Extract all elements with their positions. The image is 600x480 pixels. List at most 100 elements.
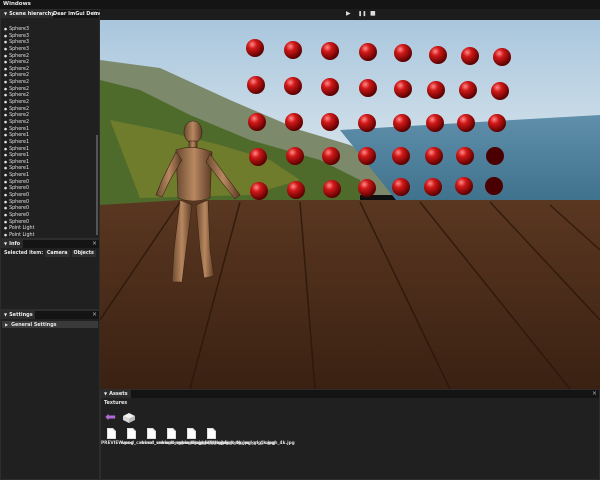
file-icon xyxy=(126,428,136,439)
windows-menu[interactable]: Windows xyxy=(3,1,31,7)
hierarchy-item[interactable]: ● Sphere0 xyxy=(1,205,95,212)
hierarchy-item[interactable]: ● Sphere3 xyxy=(1,33,95,40)
bullet-icon: ● xyxy=(4,46,8,51)
hierarchy-item[interactable]: ●Point Light xyxy=(1,232,95,239)
bullet-icon: ● xyxy=(4,159,8,164)
scene-render[interactable] xyxy=(100,20,600,389)
close-icon[interactable]: × xyxy=(92,10,97,18)
hierarchy-item[interactable]: ● Sphere1 xyxy=(1,126,95,133)
hierarchy-item[interactable]: ● Sphere3 xyxy=(1,39,95,46)
package-icon[interactable] xyxy=(122,412,136,424)
asset-filename: wood_cabinet_worn_long_disp_4k.jpg xyxy=(161,441,251,446)
hierarchy-item[interactable]: ● Sphere1 xyxy=(1,132,95,139)
asset-file[interactable]: wood_cabinet_worn_long_diff_4k.jpg xyxy=(141,428,229,446)
hierarchy-item[interactable]: ●Point Light xyxy=(1,225,95,232)
hierarchy-item[interactable]: ● Sphere2 xyxy=(1,106,95,113)
hierarchy-item[interactable]: ● Sphere2 xyxy=(1,66,95,73)
hierarchy-item[interactable]: ● Sphere1 xyxy=(1,172,95,179)
assets-tabbar: ▼ Assets × xyxy=(101,390,599,398)
hierarchy-item[interactable]: ● Sphere3 xyxy=(1,46,95,53)
scene-viewport[interactable]: ▶ ❚❚ ■ xyxy=(100,9,600,389)
hierarchy-item[interactable]: ● Sphere0 xyxy=(1,192,95,199)
assets-panel: ▼ Assets × Textures ⬅ PREVIEW.png wood_ca… xyxy=(100,389,600,480)
close-icon[interactable]: × xyxy=(92,311,97,319)
hierarchy-item[interactable]: ● Sphere0 xyxy=(1,179,95,186)
hierarchy-item[interactable]: ● Sphere1 xyxy=(1,146,95,153)
textures-label: Textures xyxy=(104,401,128,406)
play-icon[interactable]: ▶ xyxy=(346,10,351,17)
tab-dear-imgui-demo[interactable]: Dear ImGui Demo xyxy=(50,10,106,18)
collapse-triangle-icon[interactable]: ▼ xyxy=(4,312,7,317)
stop-icon[interactable]: ■ xyxy=(370,10,376,17)
hierarchy-item[interactable]: ● Sphere2 xyxy=(1,112,95,119)
file-icon xyxy=(166,428,176,439)
bullet-icon: ● xyxy=(4,193,8,198)
bullet-icon: ● xyxy=(4,113,8,118)
asset-filename: wood_cabinet_worn_long_rough_4k.jpg xyxy=(201,441,295,446)
bullet-icon: ● xyxy=(4,146,8,151)
hierarchy-item[interactable]: ● Sphere0 xyxy=(1,219,95,226)
asset-file[interactable]: PREVIEW.png xyxy=(101,428,134,446)
asset-filename: wood_cabinet_worn_long_ao_4k.jpg xyxy=(121,441,207,446)
bullet-icon: ● xyxy=(4,100,8,105)
expand-arrow-icon: ▶ xyxy=(5,322,9,327)
asset-file[interactable]: wood_cabinet_worn_long_nor_gl_4k.jpg xyxy=(181,428,275,446)
playback-toolbar: ▶ ❚❚ ■ xyxy=(100,9,600,20)
hierarchy-item[interactable]: ● Sphere1 xyxy=(1,159,95,166)
hierarchy-item[interactable]: ● Sphere1 xyxy=(1,152,95,159)
hierarchy-item[interactable]: ● Sphere2 xyxy=(1,86,95,93)
bullet-icon: ● xyxy=(4,166,8,171)
collapse-triangle-icon[interactable]: ▼ xyxy=(4,11,7,16)
back-arrow-icon[interactable]: ⬅ xyxy=(105,411,116,424)
bullet-icon: ● xyxy=(4,80,8,85)
hierarchy-item[interactable]: ● Sphere2 xyxy=(1,119,95,126)
bullet-icon: ● xyxy=(4,66,8,71)
bullet-icon: ● xyxy=(4,153,8,158)
hierarchy-item[interactable]: ● Sphere1 xyxy=(1,139,95,146)
close-icon[interactable]: × xyxy=(592,390,597,398)
hierarchy-item[interactable]: ● Sphere2 xyxy=(1,79,95,86)
hierarchy-tabbar: ▼ Scene hierarchy Dear ImGui Demo × xyxy=(1,10,103,18)
bullet-icon: ● xyxy=(4,139,8,144)
hierarchy-item[interactable]: ● Sphere2 xyxy=(1,99,95,106)
file-icon xyxy=(186,428,196,439)
hierarchy-item[interactable]: ● Sphere0 xyxy=(1,185,95,192)
bullet-icon: ● xyxy=(4,212,8,217)
bullet-icon: ● xyxy=(4,206,8,211)
tab-assets[interactable]: ▼ Assets xyxy=(101,390,131,398)
asset-file[interactable]: wood_cabinet_worn_long_rough_4k.jpg xyxy=(201,428,295,446)
hierarchy-item[interactable]: ● Sphere0 xyxy=(1,212,95,219)
bullet-icon: ● xyxy=(4,199,8,204)
hierarchy-item[interactable]: ● Sphere0 xyxy=(1,199,95,206)
hierarchy-item[interactable]: ● Sphere2 xyxy=(1,53,95,60)
settings-tabbar: ▼ Settings × xyxy=(1,311,99,319)
bullet-icon: ● xyxy=(4,232,8,237)
bullet-icon: ● xyxy=(4,226,8,231)
hierarchy-list: ● Sphere3 ● Sphere3 ● Sphere3 ● Sphere3 ● Sph… xyxy=(1,26,95,252)
hierarchy-item[interactable]: ● Sphere2 xyxy=(1,92,95,99)
bullet-icon: ● xyxy=(4,173,8,178)
settings-panel: ▼ Settings × ▶ General Settings xyxy=(0,310,100,480)
general-settings-header[interactable]: ▶ General Settings xyxy=(2,321,98,328)
bullet-icon: ● xyxy=(4,40,8,45)
pause-icon[interactable]: ❚❚ xyxy=(358,11,366,17)
bullet-icon: ● xyxy=(4,133,8,138)
bullet-icon: ● xyxy=(4,186,8,191)
tab-info[interactable]: ▼ Info xyxy=(1,240,24,248)
camera-button[interactable]: Camera xyxy=(44,250,70,257)
tab-settings[interactable]: ▼ Settings xyxy=(1,311,35,319)
asset-file[interactable]: wood_cabinet_worn_long_ao_4k.jpg xyxy=(121,428,207,446)
hierarchy-scrollbar[interactable] xyxy=(96,135,98,235)
tab-scene-hierarchy[interactable]: ▼ Scene hierarchy xyxy=(1,10,54,18)
asset-filename: PREVIEW.png xyxy=(101,441,134,446)
asset-file[interactable]: wood_cabinet_worn_long_disp_4k.jpg xyxy=(161,428,251,446)
collapse-triangle-icon[interactable]: ▼ xyxy=(104,391,107,396)
objects-button[interactable]: Objects xyxy=(71,250,96,257)
hierarchy-item[interactable]: ● Sphere2 xyxy=(1,72,95,79)
hierarchy-item[interactable]: ● Sphere1 xyxy=(1,165,95,172)
hierarchy-item[interactable]: ● Sphere3 xyxy=(1,26,95,33)
bullet-icon: ● xyxy=(4,126,8,131)
hierarchy-item[interactable]: ● Sphere2 xyxy=(1,59,95,66)
close-icon[interactable]: × xyxy=(92,240,97,248)
collapse-triangle-icon[interactable]: ▼ xyxy=(4,241,7,246)
